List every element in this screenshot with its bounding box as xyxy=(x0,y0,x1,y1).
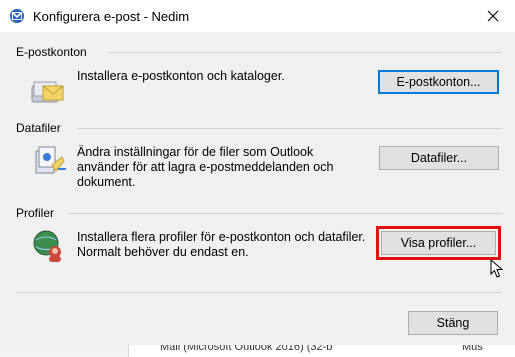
profiles-description: Installera flera profiler för e-postkont… xyxy=(77,230,366,259)
background-panel xyxy=(0,345,129,357)
close-window-button[interactable] xyxy=(470,0,515,32)
section-divider-profiles xyxy=(68,213,502,214)
profiles-globe-icon xyxy=(33,230,61,262)
email-description: Installera e-postkonton och kataloger. xyxy=(77,69,285,83)
email-accounts-button[interactable]: E-postkonton... xyxy=(378,70,499,94)
email-envelope-icon xyxy=(31,81,64,103)
datafiles-description: Ändra inställningar för de filer som Out… xyxy=(77,145,334,189)
title-bar: Konfigurera e-post - Nedim xyxy=(0,0,515,32)
close-button[interactable]: Stäng xyxy=(408,311,498,335)
section-divider-datafiles xyxy=(77,128,502,129)
background-list-item-2: Mus xyxy=(462,345,483,353)
background-window-strip: Mail (Microsoft Outlook 2016) (32-b Mus xyxy=(0,345,515,357)
close-icon xyxy=(487,10,498,22)
highlight-box xyxy=(376,226,501,260)
section-label-email: E-postkonton xyxy=(16,45,87,59)
footer-divider xyxy=(16,292,502,293)
background-list-item: Mail (Microsoft Outlook 2016) (32-b xyxy=(160,345,333,353)
section-label-datafiles: Datafiler xyxy=(16,121,61,135)
mail-setup-icon xyxy=(10,9,24,23)
data-files-icon xyxy=(35,146,66,174)
section-divider-email xyxy=(108,52,502,53)
datafiles-button[interactable]: Datafiler... xyxy=(379,146,499,170)
mail-setup-dialog: Konfigurera e-post - Nedim E-postkonton … xyxy=(0,0,515,346)
section-label-profiles: Profiler xyxy=(16,206,55,220)
mouse-cursor-icon xyxy=(490,259,504,278)
window-title: Konfigurera e-post - Nedim xyxy=(33,9,190,24)
